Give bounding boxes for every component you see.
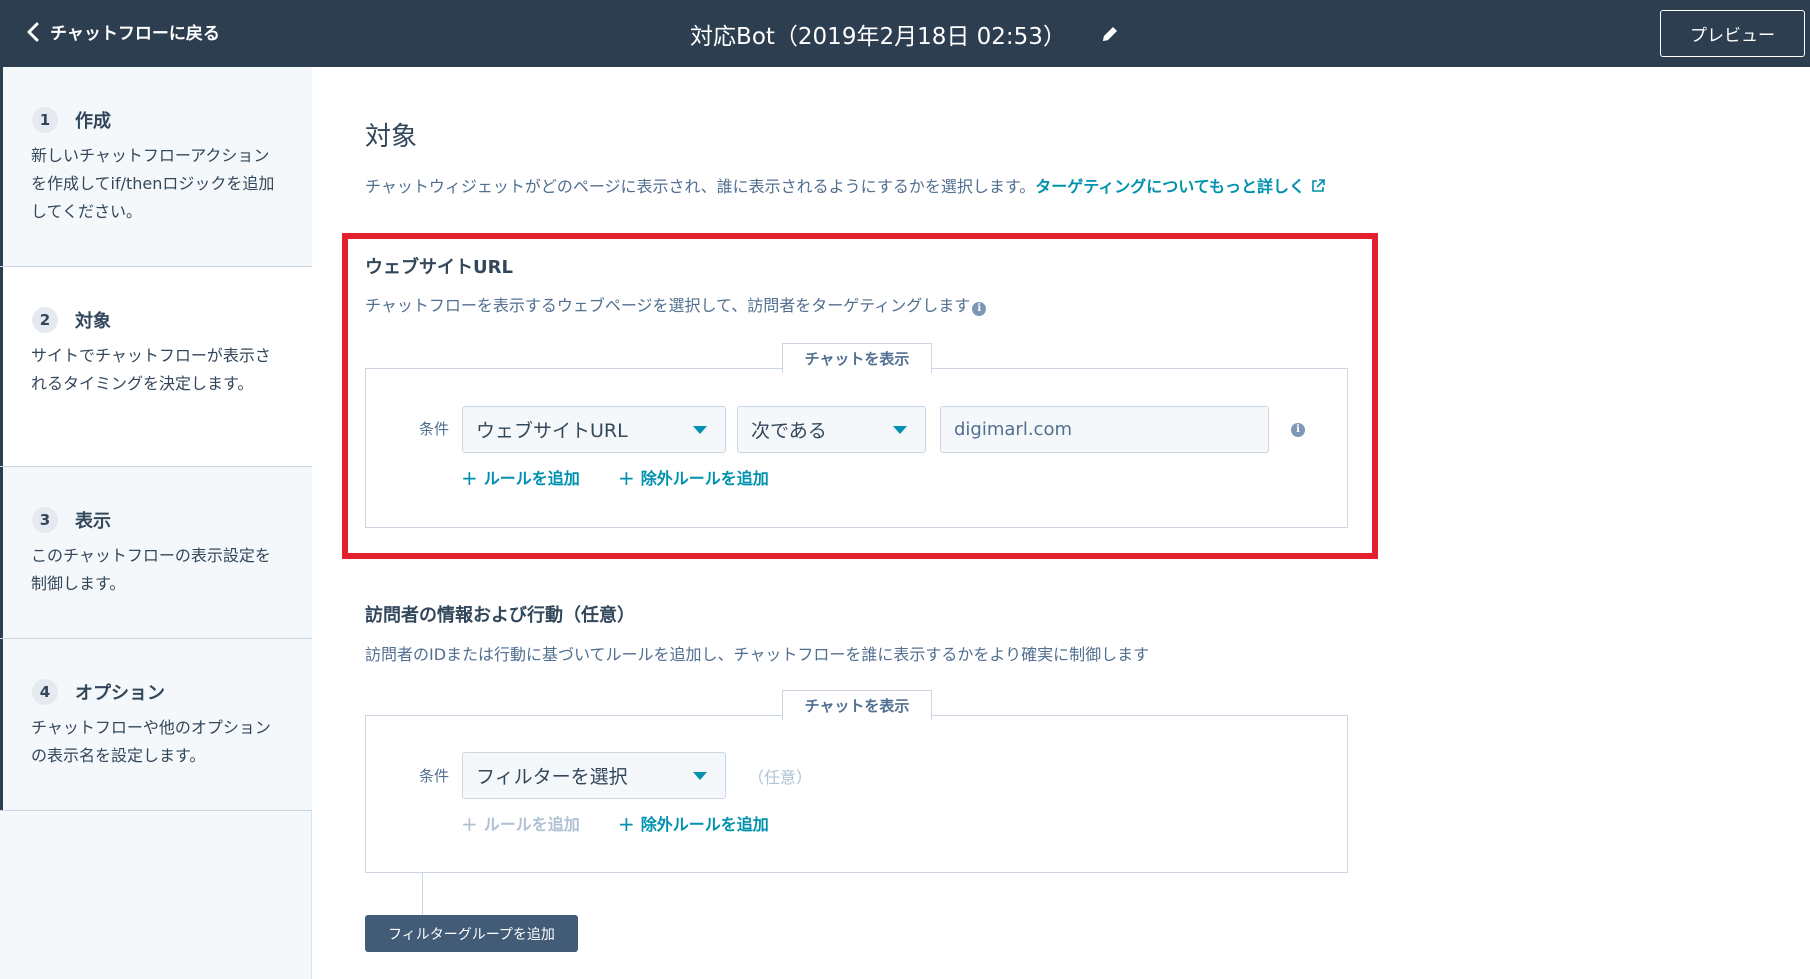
step-number: 2 bbox=[32, 307, 58, 333]
property-select[interactable]: ウェブサイトURL bbox=[462, 406, 726, 453]
chevron-down-icon bbox=[693, 426, 707, 434]
url-value-input[interactable] bbox=[940, 406, 1269, 453]
step-description: 新しいチャットフローアクションを作成してif/thenロジックを追加してください… bbox=[31, 146, 275, 221]
operator-select-value: 次である bbox=[751, 420, 827, 442]
info-icon[interactable]: i bbox=[972, 302, 987, 316]
step-number: 1 bbox=[32, 107, 58, 133]
sidebar-step-create[interactable]: 1 作成 新しいチャットフローアクションを作成してif/thenロジックを追加し… bbox=[0, 67, 312, 267]
plus-icon: + bbox=[618, 466, 635, 490]
targeting-learn-more-link[interactable]: ターゲティングについてもっと詳しく bbox=[1035, 177, 1325, 196]
add-rule-label: ルールを追加 bbox=[483, 469, 580, 488]
top-header: チャットフローに戻る 対応Bot（2019年2月18日 02:53） プレビュー bbox=[0, 0, 1810, 67]
step-description: チャットフローや他のオプションの表示名を設定します。 bbox=[31, 718, 271, 765]
property-select-value: ウェブサイトURL bbox=[476, 420, 628, 442]
filter-group-connector bbox=[422, 873, 423, 915]
page-description-text: チャットウィジェットがどのページに表示され、誰に表示されるようにするかを選択しま… bbox=[365, 177, 1036, 196]
steps-sidebar: 1 作成 新しいチャットフローアクションを作成してif/thenロジックを追加し… bbox=[0, 67, 312, 979]
website-url-description-text: チャットフローを表示するウェブページを選択して、訪問者をターゲティングします bbox=[365, 296, 971, 315]
operator-select[interactable]: 次である bbox=[737, 406, 926, 453]
step-description: サイトでチャットフローが表示されるタイミングを決定します。 bbox=[31, 346, 271, 393]
step-title: 作成 bbox=[75, 111, 111, 132]
page-title: 対象 bbox=[365, 122, 418, 152]
visitor-section-description: 訪問者のIDまたは行動に基づいてルールを追加し、チャットフローを誰に表示するかを… bbox=[365, 645, 1150, 664]
plus-icon: + bbox=[461, 466, 478, 490]
sidebar-step-options[interactable]: 4 オプション チャットフローや他のオプションの表示名を設定します。 bbox=[0, 639, 312, 811]
chevron-down-icon bbox=[893, 426, 907, 434]
add-exclusion-rule-link[interactable]: + 除外ルールを追加 bbox=[618, 811, 769, 836]
sidebar-step-target[interactable]: 2 対象 サイトでチャットフローが表示されるタイミングを決定します。 bbox=[0, 267, 312, 467]
add-rule-link[interactable]: + ルールを追加 bbox=[461, 811, 580, 836]
chatflow-title: 対応Bot（2019年2月18日 02:53） bbox=[690, 23, 1066, 50]
visitor-section-heading: 訪問者の情報および行動（任意） bbox=[365, 605, 635, 626]
chevron-left-icon bbox=[27, 22, 39, 41]
back-link-label: チャットフローに戻る bbox=[50, 24, 220, 44]
preview-button[interactable]: プレビュー bbox=[1660, 10, 1805, 57]
add-rule-label: ルールを追加 bbox=[483, 815, 580, 834]
chevron-down-icon bbox=[693, 772, 707, 780]
learn-more-label: ターゲティングについてもっと詳しく bbox=[1035, 177, 1306, 196]
add-filter-group-button[interactable]: フィルターグループを追加 bbox=[365, 915, 578, 952]
plus-icon: + bbox=[618, 812, 635, 836]
optional-label: （任意） bbox=[748, 768, 813, 787]
page-description: チャットウィジェットがどのページに表示され、誰に表示されるようにするかを選択しま… bbox=[365, 172, 1355, 201]
filter-select-value: フィルターを選択 bbox=[476, 766, 628, 788]
step-title: 対象 bbox=[75, 311, 111, 332]
filter-select[interactable]: フィルターを選択 bbox=[462, 752, 726, 799]
condition-label: 条件 bbox=[419, 767, 450, 785]
add-rule-link[interactable]: + ルールを追加 bbox=[461, 465, 580, 490]
step-number: 3 bbox=[32, 507, 58, 533]
step-number: 4 bbox=[32, 679, 58, 705]
sidebar-step-display[interactable]: 3 表示 このチャットフローの表示設定を制御します。 bbox=[0, 467, 312, 639]
plus-icon: + bbox=[461, 812, 478, 836]
add-exclusion-rule-label: 除外ルールを追加 bbox=[640, 469, 769, 488]
step-title: 表示 bbox=[75, 511, 111, 532]
condition-label: 条件 bbox=[419, 420, 450, 438]
step-description: このチャットフローの表示設定を制御します。 bbox=[31, 546, 271, 593]
show-chat-tab: チャットを表示 bbox=[782, 690, 932, 720]
website-url-heading: ウェブサイトURL bbox=[365, 257, 513, 278]
pencil-icon[interactable] bbox=[1100, 24, 1120, 44]
add-exclusion-rule-link[interactable]: + 除外ルールを追加 bbox=[618, 465, 769, 490]
step-title: オプション bbox=[75, 683, 165, 704]
external-link-icon bbox=[1312, 179, 1325, 192]
website-url-description: チャットフローを表示するウェブページを選択して、訪問者をターゲティングします i bbox=[365, 292, 987, 316]
back-to-chatflows-link[interactable]: チャットフローに戻る bbox=[26, 19, 220, 44]
show-chat-tab: チャットを表示 bbox=[782, 343, 932, 373]
info-icon[interactable]: i bbox=[1291, 423, 1305, 437]
add-exclusion-rule-label: 除外ルールを追加 bbox=[640, 815, 769, 834]
